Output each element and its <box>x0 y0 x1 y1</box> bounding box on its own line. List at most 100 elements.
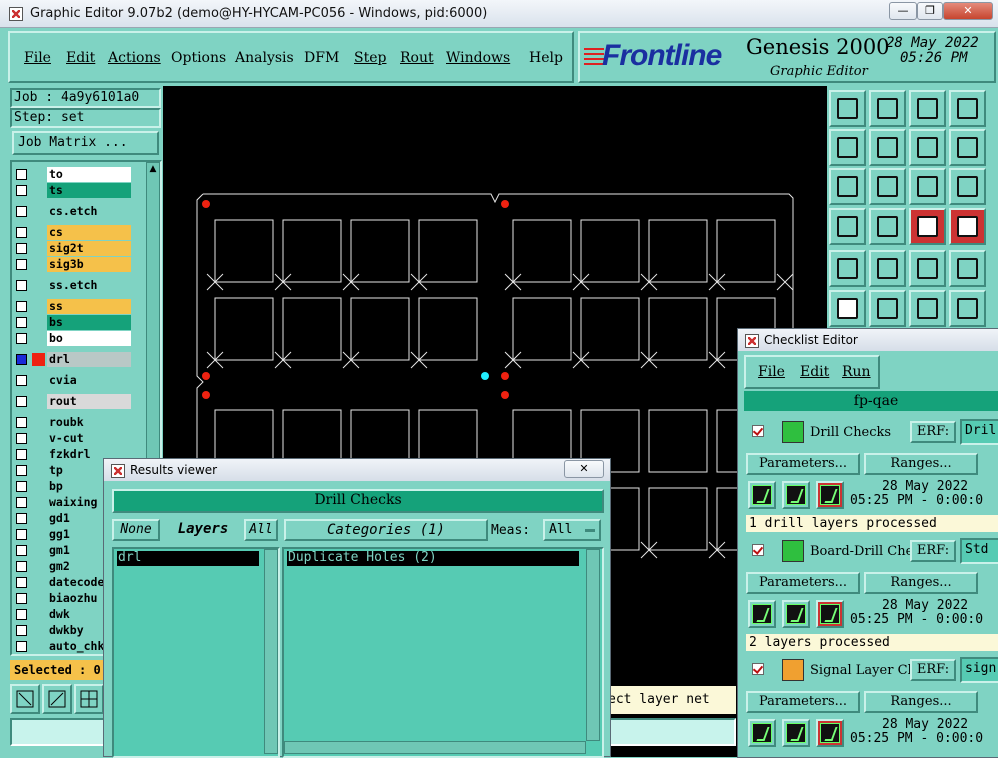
layer-checkbox[interactable] <box>16 545 27 556</box>
minimize-button[interactable]: — <box>889 2 917 20</box>
layer-row-sig2t[interactable]: sig2t <box>14 241 132 256</box>
layer-checkbox[interactable] <box>16 593 27 604</box>
drill-button[interactable] <box>949 290 986 327</box>
checklist-menu-edit[interactable]: Edit <box>800 364 829 380</box>
layer-net-button[interactable] <box>909 208 946 245</box>
scale-button[interactable] <box>909 168 946 205</box>
layer-name[interactable]: sig3b <box>47 257 131 272</box>
layer-row-cs[interactable]: cs <box>14 225 132 240</box>
layer-checkbox[interactable] <box>16 243 27 254</box>
net-button[interactable] <box>829 290 866 327</box>
checklist-menu-file[interactable]: File <box>758 364 785 380</box>
run-step-button[interactable] <box>782 600 810 628</box>
move-down-button[interactable] <box>869 90 906 127</box>
layer-name[interactable]: cs <box>47 225 131 240</box>
layer-name[interactable]: v-cut <box>47 431 131 446</box>
layer-checkbox[interactable] <box>16 206 27 217</box>
run-check-button[interactable] <box>748 481 776 509</box>
layer-checkbox[interactable] <box>16 449 27 460</box>
pad-button[interactable] <box>829 250 866 287</box>
ranges-button[interactable]: Ranges... <box>864 572 978 594</box>
layer-checkbox[interactable] <box>16 259 27 270</box>
category-results-list[interactable]: Duplicate Holes (2) <box>282 547 604 758</box>
menu-step[interactable]: Step <box>354 50 386 66</box>
job-matrix-button[interactable]: Job Matrix ... <box>12 131 159 155</box>
layer-row-rout[interactable]: rout <box>14 394 132 409</box>
layer-row-to[interactable]: to <box>14 167 132 182</box>
layer-name[interactable]: cs.etch <box>47 204 131 219</box>
restore-button[interactable]: ❐ <box>917 2 943 20</box>
layer-name[interactable]: ss <box>47 299 131 314</box>
window-button[interactable] <box>949 90 986 127</box>
check-enabled-checkbox[interactable] <box>752 544 764 556</box>
layer-name[interactable]: roubk <box>47 415 131 430</box>
ranges-button[interactable]: Ranges... <box>864 453 978 475</box>
menu-edit[interactable]: Edit <box>66 50 95 66</box>
run-check-button[interactable] <box>748 719 776 747</box>
layer-checkbox[interactable] <box>16 169 27 180</box>
erf-button[interactable]: ERF: <box>910 540 956 562</box>
close-button[interactable]: ✕ <box>943 2 993 20</box>
layer-checkbox[interactable] <box>16 481 27 492</box>
run-check-button[interactable] <box>748 600 776 628</box>
properties-button[interactable] <box>829 208 866 245</box>
menu-rout[interactable]: Rout <box>400 50 434 66</box>
layer-row-v-cut[interactable]: v-cut <box>14 431 132 446</box>
layer-name[interactable]: rout <box>47 394 131 409</box>
check-enabled-checkbox[interactable] <box>752 425 764 437</box>
layer-checkbox[interactable] <box>16 625 27 636</box>
results-viewer-close-button[interactable]: ✕ <box>564 460 604 478</box>
help-button[interactable] <box>949 168 986 205</box>
layer-checkbox[interactable] <box>16 301 27 312</box>
route-button[interactable] <box>909 290 946 327</box>
erf-button[interactable]: ERF: <box>910 659 956 681</box>
grid-button[interactable] <box>74 684 104 714</box>
home-button[interactable] <box>909 90 946 127</box>
redo-button[interactable] <box>949 129 986 166</box>
layer-checkbox[interactable] <box>16 227 27 238</box>
show-results-button[interactable] <box>816 481 844 509</box>
parameters-button[interactable]: Parameters... <box>746 572 860 594</box>
menu-help[interactable]: Help <box>529 50 563 66</box>
layer-checkbox[interactable] <box>16 333 27 344</box>
all-layers-button[interactable]: All <box>244 519 278 541</box>
menu-windows[interactable]: Windows <box>446 50 510 66</box>
layer-checkbox[interactable] <box>16 609 27 620</box>
layer-checkbox[interactable] <box>16 317 27 328</box>
layer-name[interactable]: ts <box>47 183 131 198</box>
layer-checkbox[interactable] <box>16 396 27 407</box>
layer-name[interactable]: sig2t <box>47 241 131 256</box>
layer-row-ss[interactable]: ss <box>14 299 132 314</box>
layer-checkbox[interactable] <box>16 497 27 508</box>
run-step-button[interactable] <box>782 719 810 747</box>
layer-row-bs[interactable]: bs <box>14 315 132 330</box>
layer-row-sig3b[interactable]: sig3b <box>14 257 132 272</box>
layer-result-item[interactable]: drl <box>117 551 259 566</box>
checklist-menu-run[interactable]: Run <box>842 364 871 380</box>
shape-button[interactable] <box>869 250 906 287</box>
erf-button[interactable]: ERF: <box>910 421 956 443</box>
layer-name[interactable]: ss.etch <box>47 278 131 293</box>
layer-checkbox[interactable] <box>16 354 27 365</box>
layer-row-roubk[interactable]: roubk <box>14 415 132 430</box>
layer-results-scrollbar[interactable] <box>264 549 278 754</box>
layer-checkbox[interactable] <box>16 513 27 524</box>
undo-button[interactable] <box>909 129 946 166</box>
menu-analysis[interactable]: Analysis <box>235 50 294 66</box>
grid-button[interactable] <box>869 208 906 245</box>
move-up-button[interactable] <box>829 90 866 127</box>
move-left-button[interactable] <box>829 129 866 166</box>
layer-checkbox[interactable] <box>16 641 27 652</box>
layer-checkbox[interactable] <box>16 577 27 588</box>
layer-row-cs-etch[interactable]: cs.etch <box>14 204 132 219</box>
scroll-up-icon[interactable]: ▲ <box>147 163 159 175</box>
none-button[interactable]: None <box>112 519 160 541</box>
parameters-button[interactable]: Parameters... <box>746 453 860 475</box>
erf-field[interactable]: sign <box>960 657 998 683</box>
delete-button[interactable] <box>869 290 906 327</box>
ranges-button[interactable]: Ranges... <box>864 691 978 713</box>
layer-net-alt-button[interactable] <box>949 208 986 245</box>
menu-actions[interactable]: Actions <box>108 50 161 66</box>
snap-button[interactable] <box>949 250 986 287</box>
layer-name[interactable]: drl <box>47 352 131 367</box>
